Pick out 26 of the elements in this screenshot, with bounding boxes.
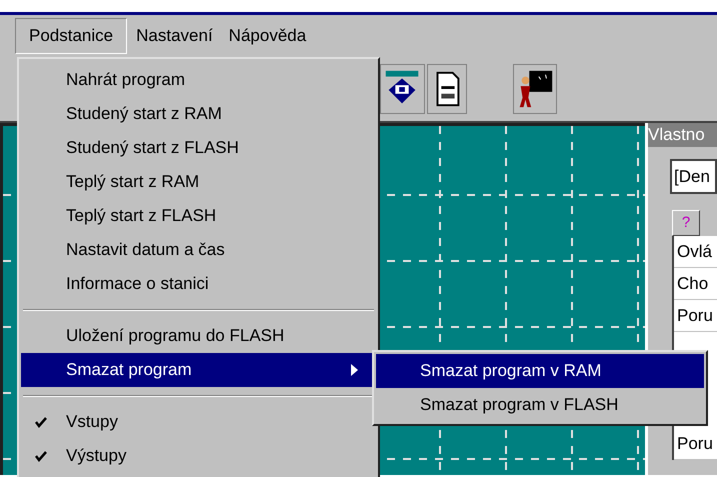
menu-item[interactable]: Nastavit datum a čas — [21, 233, 376, 267]
menu-item[interactable]: Informace o stanici — [21, 267, 376, 301]
dropdown-field[interactable]: [Den — [670, 159, 717, 194]
menu-item[interactable]: Vstupy — [21, 405, 376, 439]
menu-item[interactable]: Teplý start z RAM — [21, 165, 376, 199]
network-icon[interactable] — [380, 64, 425, 114]
menu-title[interactable]: Nastavení — [129, 18, 220, 54]
menu-title[interactable]: Podstanice — [15, 18, 128, 54]
menu-item[interactable]: Výstupy — [21, 439, 376, 473]
menu-title[interactable]: Nápověda — [222, 18, 314, 54]
document-icon[interactable] — [427, 64, 467, 114]
presenter-icon[interactable] — [513, 64, 557, 114]
menu-item[interactable]: Uložení programu do FLASH — [21, 319, 376, 353]
list-row[interactable]: Ovlá — [674, 236, 717, 268]
checkmark-icon — [35, 451, 47, 462]
submenu-arrow-icon — [351, 364, 358, 376]
menu-item[interactable]: Teplý start z FLASH — [21, 199, 376, 233]
list-row[interactable]: Poru — [674, 428, 717, 460]
panel-title: Vlastno — [648, 123, 717, 147]
menu-item[interactable]: Studený start z RAM — [21, 97, 376, 131]
list-row[interactable]: Cho — [674, 268, 717, 300]
submenu-item[interactable]: Smazat program v FLASH — [376, 388, 704, 422]
submenu-item[interactable]: Smazat program v RAM — [376, 354, 704, 388]
menu-item[interactable]: Nahrát program — [21, 63, 376, 97]
menu-item[interactable]: Studený start z FLASH — [21, 131, 376, 165]
checkmark-icon — [35, 417, 47, 428]
